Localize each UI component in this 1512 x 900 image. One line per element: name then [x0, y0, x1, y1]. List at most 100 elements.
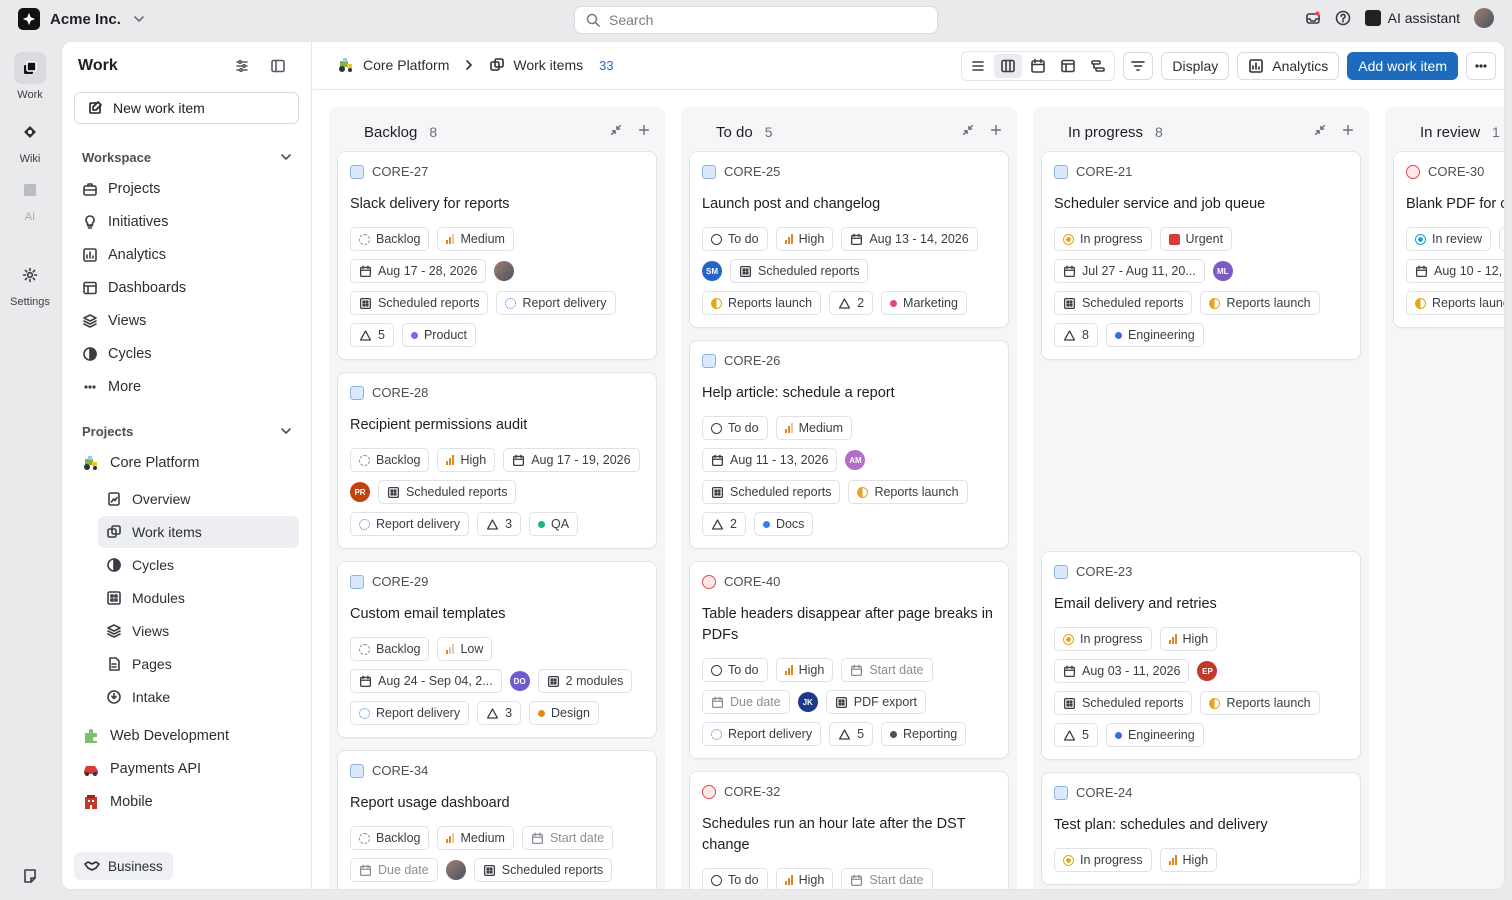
- display-button[interactable]: Display: [1161, 52, 1230, 80]
- sidebar-item-more[interactable]: More: [74, 371, 299, 403]
- projects-section-header[interactable]: Projects: [82, 423, 294, 439]
- sidebar-item-cycles[interactable]: Cycles: [98, 549, 299, 581]
- priority-chip[interactable]: [1499, 227, 1504, 251]
- module-chip[interactable]: Scheduled reports: [702, 480, 841, 504]
- work-item-card[interactable]: CORE-34 Report usage dashboard Backlog Medi…: [337, 750, 657, 889]
- assignee-avatar[interactable]: EP: [1197, 661, 1218, 681]
- module-chip[interactable]: Scheduled reports: [473, 858, 613, 882]
- estimate-chip[interactable]: 5: [829, 722, 874, 746]
- work-item-card[interactable]: CORE-29 Custom email templates Backlog Low A…: [337, 561, 657, 738]
- date-chip[interactable]: Start date: [841, 868, 933, 889]
- priority-chip[interactable]: High: [775, 658, 834, 682]
- date-chip[interactable]: Start date: [841, 658, 933, 682]
- label-chip[interactable]: Design: [529, 701, 599, 725]
- search-bar[interactable]: [574, 6, 938, 34]
- estimate-chip[interactable]: 3: [477, 512, 522, 536]
- date-chip[interactable]: Aug 11 - 13, 2026: [702, 448, 838, 472]
- state-chip[interactable]: To do: [702, 658, 768, 682]
- spreadsheet-layout-button[interactable]: [1054, 54, 1082, 78]
- state-chip[interactable]: To do: [702, 868, 768, 889]
- rail-item-settings[interactable]: Settings: [0, 259, 60, 308]
- work-item-card[interactable]: CORE-24 Test plan: schedules and delivery…: [1041, 772, 1361, 885]
- label-chip[interactable]: Product: [401, 323, 477, 347]
- estimate-chip[interactable]: 2: [829, 291, 874, 315]
- date-chip[interactable]: Start date: [521, 826, 614, 850]
- cycle-chip[interactable]: Report delivery: [496, 291, 616, 315]
- rail-item-ai[interactable]: AI: [0, 174, 60, 223]
- sidebar-item-intake[interactable]: Intake: [98, 681, 299, 713]
- date-chip[interactable]: Aug 03 - 11, 2026: [1054, 659, 1190, 683]
- work-item-card[interactable]: CORE-28 Recipient permissions audit Backlo…: [337, 372, 657, 549]
- cycle-chip[interactable]: Report delivery: [350, 701, 470, 725]
- project-mobile[interactable]: Mobile: [74, 786, 299, 818]
- date-chip[interactable]: Aug 24 - Sep 04, 2...: [350, 669, 502, 693]
- assignee-avatar[interactable]: SM: [702, 261, 722, 281]
- state-chip[interactable]: Backlog: [350, 448, 430, 472]
- assignee-avatar[interactable]: [494, 261, 515, 281]
- assignee-avatar[interactable]: PR: [350, 482, 370, 502]
- priority-chip[interactable]: High: [775, 227, 834, 251]
- milestone-chip[interactable]: Reports launc: [1406, 291, 1504, 315]
- add-item-column-button[interactable]: [637, 123, 651, 141]
- date-chip[interactable]: Aug 17 - 28, 2026: [350, 259, 487, 283]
- label-chip[interactable]: Reporting: [881, 722, 967, 746]
- priority-chip[interactable]: Medium: [775, 416, 853, 440]
- project-web-development[interactable]: Web Development: [74, 720, 299, 752]
- add-work-item-button[interactable]: Add work item: [1347, 52, 1458, 80]
- module-chip[interactable]: Scheduled reports: [730, 259, 869, 283]
- module-chip[interactable]: PDF export: [825, 690, 926, 714]
- more-options-button[interactable]: [1466, 52, 1496, 80]
- project-core-platform[interactable]: Core Platform: [74, 447, 299, 479]
- assignee-avatar[interactable]: [445, 860, 466, 880]
- work-item-card[interactable]: CORE-30 Blank PDF for c In review Aug 10 - …: [1393, 151, 1504, 328]
- breadcrumb-page[interactable]: Work items: [513, 57, 583, 73]
- label-chip[interactable]: Marketing: [881, 291, 967, 315]
- work-item-card[interactable]: CORE-27 Slack delivery for reports Backlog…: [337, 151, 657, 360]
- cycle-chip[interactable]: Report delivery: [702, 722, 822, 746]
- assignee-avatar[interactable]: ML: [1212, 261, 1233, 281]
- help-icon[interactable]: [1335, 10, 1351, 26]
- priority-chip[interactable]: Urgent: [1159, 227, 1233, 251]
- sidebar-item-modules[interactable]: Modules: [98, 582, 299, 614]
- project-payments-api[interactable]: Payments API: [74, 753, 299, 785]
- milestone-chip[interactable]: Reports launch: [848, 480, 968, 504]
- estimate-chip[interactable]: 5: [1054, 723, 1098, 747]
- sidebar-item-overview[interactable]: Overview: [98, 483, 299, 515]
- search-input[interactable]: [609, 12, 909, 28]
- list-layout-button[interactable]: [964, 54, 992, 78]
- priority-chip[interactable]: Medium: [437, 227, 514, 251]
- sidebar-item-work-items[interactable]: Work items: [98, 516, 299, 548]
- priority-chip[interactable]: High: [1159, 627, 1218, 651]
- milestone-chip[interactable]: Reports launch: [1200, 291, 1320, 315]
- cycle-chip[interactable]: Report delivery: [350, 512, 470, 536]
- label-chip[interactable]: Engineering: [1105, 323, 1204, 347]
- priority-chip[interactable]: High: [1159, 848, 1218, 872]
- state-chip[interactable]: Backlog: [350, 637, 430, 661]
- add-item-column-button[interactable]: [1341, 123, 1355, 141]
- business-plan-badge[interactable]: Business: [74, 852, 173, 880]
- workspace-switcher[interactable]: Acme Inc.: [18, 8, 147, 30]
- collapse-column-button[interactable]: [609, 123, 623, 141]
- filter-sliders-icon[interactable]: [234, 58, 250, 74]
- breadcrumb-project[interactable]: Core Platform: [363, 57, 449, 73]
- sidebar-item-views[interactable]: Views: [74, 305, 299, 337]
- estimate-chip[interactable]: 5: [350, 323, 394, 347]
- add-item-column-button[interactable]: [989, 123, 1003, 141]
- milestone-chip[interactable]: Reports launch: [1200, 691, 1320, 715]
- work-item-card[interactable]: CORE-23 Email delivery and retries In prog…: [1041, 551, 1361, 760]
- sidebar-item-analytics[interactable]: Analytics: [74, 239, 299, 271]
- work-item-card[interactable]: CORE-25 Launch post and changelog To do Hig…: [689, 151, 1009, 328]
- date-chip[interactable]: Aug 17 - 19, 2026: [503, 448, 640, 472]
- work-item-card[interactable]: CORE-32 Schedules run an hour late after …: [689, 771, 1009, 889]
- module-chip[interactable]: 2 modules: [537, 669, 633, 693]
- rail-item-work[interactable]: Work: [0, 52, 60, 101]
- assignee-avatar[interactable]: JK: [797, 692, 818, 712]
- milestone-chip[interactable]: Reports launch: [702, 291, 822, 315]
- sidebar-item-dashboards[interactable]: Dashboards: [74, 272, 299, 304]
- analytics-button[interactable]: Analytics: [1237, 52, 1340, 80]
- user-avatar[interactable]: [1474, 8, 1494, 28]
- date-chip[interactable]: Aug 10 - 12, 2: [1406, 259, 1504, 283]
- work-item-card[interactable]: CORE-21 Scheduler service and job queue In…: [1041, 151, 1361, 360]
- sidebar-item-pages[interactable]: Pages: [98, 648, 299, 680]
- workspace-section-header[interactable]: Workspace: [82, 149, 294, 165]
